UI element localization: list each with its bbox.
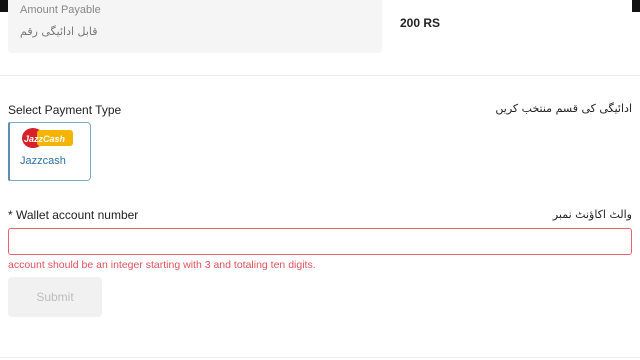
amount-payable-label: Amount Payable: [20, 4, 101, 16]
submit-button[interactable]: Submit: [8, 277, 102, 317]
bottom-divider: [0, 357, 640, 358]
jazzcash-logo-text: JazzCash: [24, 134, 66, 144]
amount-payable-value: 200 RS: [400, 16, 441, 30]
section-divider: [0, 75, 640, 76]
wallet-error-message: account should be an integer starting wi…: [8, 259, 316, 271]
wallet-account-label-urdu: والٹ اکاؤنٹ نمبر: [552, 208, 632, 221]
wallet-account-label: * Wallet account number: [8, 208, 139, 222]
payment-type-label-urdu: ادائیگی کی قسم منتخب کریں: [495, 102, 632, 115]
payment-type-label: Select Payment Type: [8, 103, 122, 117]
payment-option-jazzcash[interactable]: JazzCash Jazzcash: [8, 122, 91, 181]
jazzcash-logo: JazzCash: [22, 128, 73, 148]
payment-option-label: Jazzcash: [20, 155, 66, 167]
amount-payable-label-urdu: قابل ادائیگی رقم: [20, 25, 98, 38]
wallet-account-input[interactable]: [8, 228, 632, 255]
